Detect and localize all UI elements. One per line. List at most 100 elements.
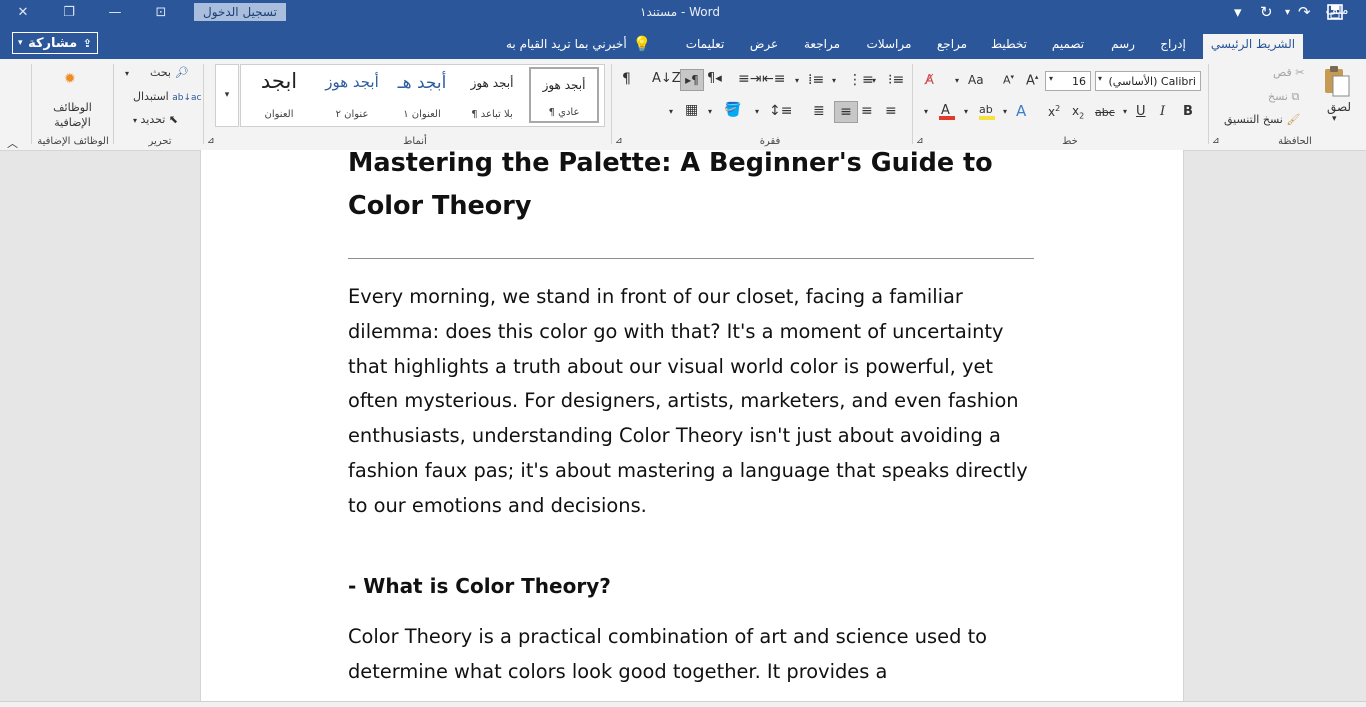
paragraph-launcher-icon[interactable]: ⊿ [615, 136, 623, 146]
tab-design[interactable]: تصميم [1046, 34, 1090, 59]
change-case-dropdown-icon[interactable]: ▾ [955, 76, 959, 85]
collapse-ribbon-icon[interactable]: ︿ [7, 135, 18, 151]
numbering-icon[interactable]: ⋮≡ [848, 72, 874, 88]
font-name-box[interactable]: Calibri (الأساسي) [1095, 71, 1201, 91]
change-case-icon[interactable]: Aa [968, 73, 984, 87]
tab-view[interactable]: عرض [744, 34, 784, 59]
paste-icon[interactable] [1322, 65, 1352, 103]
ribbon-display-options-icon[interactable]: ⊡ [138, 0, 184, 24]
clipboard-launcher-icon[interactable]: ⊿ [1212, 136, 1220, 146]
minimize-icon[interactable]: — [92, 0, 138, 24]
style-normal[interactable]: أبجد هوز ¶ عادي [529, 67, 599, 123]
svg-text:A: A [941, 103, 950, 118]
shading-icon[interactable]: 🪣 [724, 102, 741, 118]
tab-layout[interactable]: تخطيط [986, 34, 1032, 59]
addins-icon[interactable]: ✹ [64, 71, 76, 87]
align-center-icon[interactable]: ≡ [861, 103, 873, 119]
styles-more-icon[interactable]: ▾ [215, 64, 239, 127]
share-button[interactable]: ▾ مشاركة ⇪ [12, 32, 98, 54]
tab-draw[interactable]: رسم [1103, 34, 1143, 59]
style-heading-1[interactable]: أبجد هـ العنوان ١ [389, 67, 455, 123]
copy-button[interactable]: نسخ ⧉ [1268, 90, 1299, 104]
cut-button[interactable]: قص ✂ [1273, 66, 1304, 79]
style-title[interactable]: ابجد العنوان [243, 67, 315, 123]
subscript-icon[interactable]: x2 [1072, 104, 1084, 120]
text-highlight-icon[interactable]: ab [978, 101, 996, 125]
text-effects-dropdown-icon[interactable]: ▾ [1003, 107, 1007, 116]
justify-icon[interactable]: ≣ [813, 103, 825, 119]
intro-paragraph: Every morning, we stand in front of our … [348, 285, 1028, 517]
document-page[interactable]: Mastering the Palette: A Beginner's Guid… [200, 150, 1184, 706]
align-left-icon[interactable]: ≡ [834, 101, 858, 123]
tab-review[interactable]: مراجعة [798, 34, 846, 59]
underline-dropdown-icon[interactable]: ▾ [1123, 107, 1127, 116]
undo-dropdown-icon[interactable]: ▾ [1285, 3, 1290, 21]
tab-help[interactable]: تعليمات [680, 34, 730, 59]
highlight-dropdown-icon[interactable]: ▾ [964, 107, 968, 116]
font-launcher-icon[interactable]: ⊿ [916, 136, 924, 146]
paste-dropdown-icon[interactable]: ▾ [1332, 114, 1337, 124]
line-spacing-dropdown-icon[interactable]: ▾ [755, 107, 759, 116]
group-separator [31, 64, 32, 144]
style-no-spacing[interactable]: أبجد هوز ¶ بلا تباعد [459, 67, 525, 123]
tab-mailings[interactable]: مراسلات [860, 34, 918, 59]
multilevel-dropdown-icon[interactable]: ▾ [795, 76, 799, 85]
show-marks-icon[interactable]: ¶ [622, 71, 631, 87]
shrink-font-icon[interactable]: A▾ [1003, 73, 1014, 87]
borders-icon[interactable]: ▦ [685, 102, 698, 118]
shading-dropdown-icon[interactable]: ▾ [708, 107, 712, 116]
undo-icon[interactable]: ↷ [1298, 3, 1311, 21]
increase-indent-icon[interactable]: ≡⇥ [738, 71, 761, 87]
multilevel-list-icon[interactable]: ⁞≡ [808, 72, 824, 88]
customize-qat-icon[interactable]: ▾ [1234, 3, 1242, 21]
borders-dropdown-icon[interactable]: ▾ [669, 107, 673, 116]
numbering-dropdown-icon[interactable]: ▾ [832, 76, 836, 85]
decrease-indent-icon[interactable]: ⇤≡ [762, 71, 785, 87]
font-color-icon[interactable]: A [938, 101, 956, 125]
select-button[interactable]: ▾ تحديد ⬉ [133, 113, 178, 126]
tab-file[interactable]: ملف [1317, 0, 1357, 25]
font-name-value: Calibri (الأساسي) [1108, 75, 1196, 88]
style-heading-2[interactable]: أبجد هوز عنوان ٢ [319, 67, 385, 123]
strikethrough-icon[interactable]: abc [1095, 106, 1115, 119]
clear-formatting-icon[interactable]: A̸ [925, 73, 934, 88]
bullets-icon[interactable]: ⁝≡ [888, 72, 904, 88]
signin-button[interactable]: تسجيل الدخول [194, 3, 286, 21]
find-button[interactable]: ▾ بحث 🔎︎ [125, 66, 188, 79]
grow-font-icon[interactable]: A▴ [1026, 73, 1038, 88]
italic-icon[interactable]: I [1160, 104, 1165, 119]
body-paragraph: Color Theory is a practical combination … [348, 625, 988, 683]
title-bar: ✕ ❐ — ⊡ تسجيل الدخول مستند١ - Word ▾ ↻ ▾… [0, 0, 1366, 59]
scissors-icon: ✂ [1295, 66, 1305, 79]
style-title-name: العنوان [264, 109, 294, 120]
group-separator [113, 64, 114, 144]
align-right-icon[interactable]: ≡ [885, 103, 897, 119]
close-icon[interactable]: ✕ [0, 0, 46, 24]
find-dropdown-icon: ▾ [125, 69, 130, 78]
addins-button[interactable]: الوظائف الإضافية [50, 100, 95, 130]
line-spacing-icon[interactable]: ↕≡ [769, 103, 792, 119]
section-heading: - What is Color Theory? [348, 574, 611, 598]
rtl-direction-icon[interactable]: ¶◂ [707, 71, 722, 86]
tab-insert[interactable]: إدراج [1152, 34, 1194, 59]
find-label: بحث [150, 66, 171, 79]
tab-home[interactable]: الشريط الرئيسي [1203, 34, 1303, 59]
ltr-direction-icon[interactable]: ▸¶ [680, 69, 704, 91]
text-effects-icon[interactable]: A [1016, 102, 1026, 120]
underline-icon[interactable]: U [1136, 104, 1146, 119]
group-separator [912, 64, 913, 144]
replace-button[interactable]: استبدال ab↓ac [133, 90, 201, 103]
font-name-dropdown-icon[interactable]: ▾ [1098, 74, 1102, 83]
tell-me-search[interactable]: أخبرني بما تريد القيام به 💡 [506, 35, 651, 53]
font-size-dropdown-icon[interactable]: ▾ [1049, 74, 1053, 83]
superscript-icon[interactable]: x2 [1048, 104, 1060, 119]
redo-icon[interactable]: ↻ [1260, 3, 1273, 21]
sort-icon[interactable]: A↓Z [652, 71, 681, 86]
paste-label[interactable]: لصق [1327, 100, 1351, 114]
bold-icon[interactable]: B [1183, 104, 1193, 119]
restore-icon[interactable]: ❐ [46, 0, 92, 24]
tab-references[interactable]: مراجع [932, 34, 972, 59]
format-painter-button[interactable]: نسخ التنسيق 🖌 [1224, 113, 1300, 126]
styles-launcher-icon[interactable]: ⊿ [207, 136, 215, 146]
font-color-dropdown-icon[interactable]: ▾ [924, 107, 928, 116]
